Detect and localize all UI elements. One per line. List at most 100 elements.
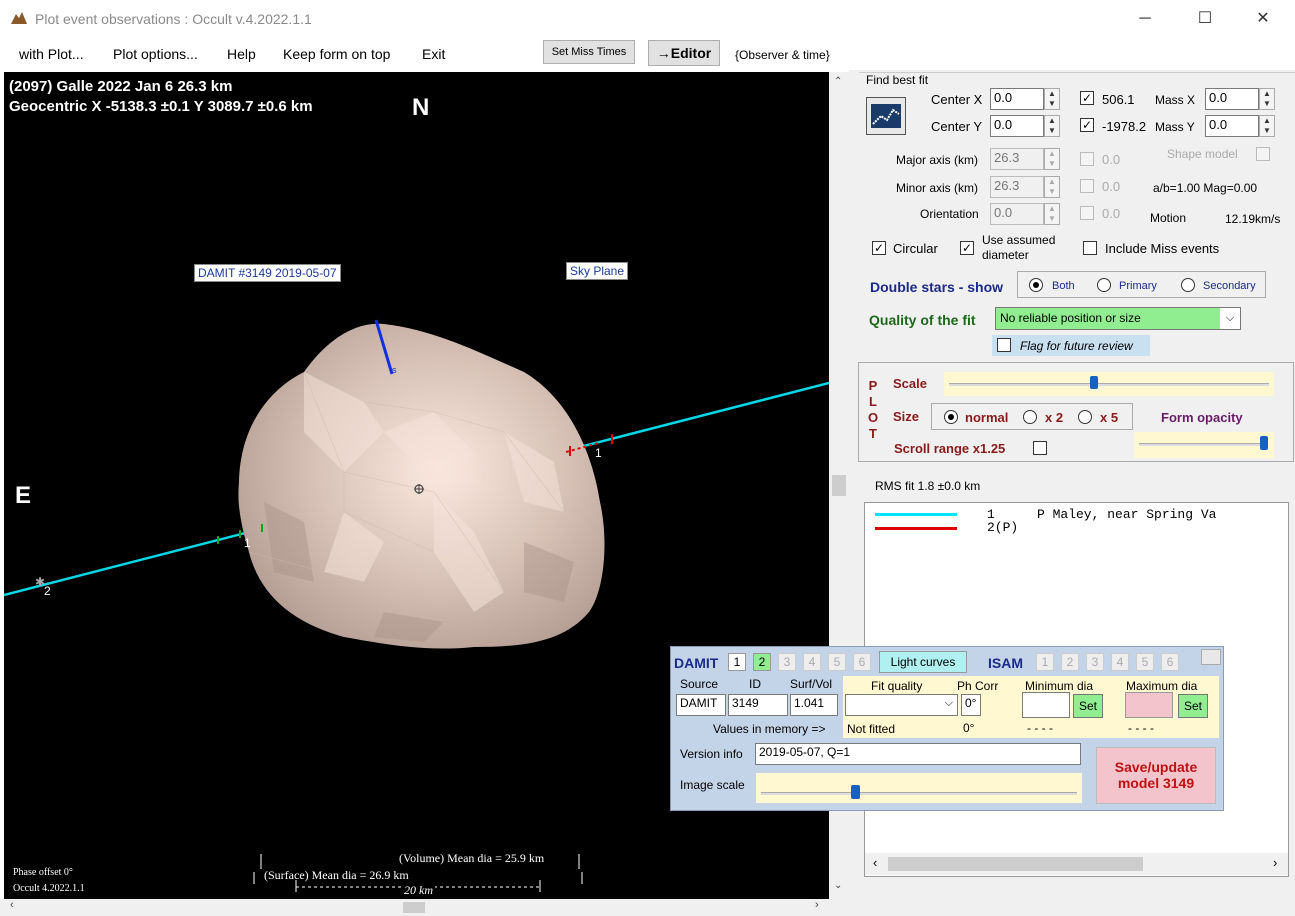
circular-checkbox[interactable]: ✓ (872, 241, 886, 255)
major-axis-spinner[interactable]: ▲ ▼ (1044, 148, 1060, 170)
close-button[interactable]: ✕ (1238, 0, 1288, 38)
damit-model-6[interactable]: 6 (853, 653, 871, 671)
opacity-slider[interactable] (1134, 432, 1274, 458)
not-fitted-label: Not fitted (847, 722, 896, 736)
image-scale-thumb[interactable] (851, 785, 860, 799)
fit-quality-chevron-icon[interactable]: ⌵ (945, 697, 953, 710)
motion-label: Motion (1150, 211, 1187, 225)
menu-bar: with Plot... Plot options... Help Keep f… (0, 38, 1295, 70)
id-field[interactable]: 3149 (728, 694, 788, 716)
damit-close-button[interactable] (1201, 649, 1221, 665)
isam-model-1[interactable]: 1 (1036, 653, 1054, 671)
orientation-spinner[interactable]: ▲ ▼ (1044, 203, 1060, 225)
size-x5-radio[interactable] (1078, 410, 1092, 424)
list-scroll-thumb[interactable] (888, 857, 1143, 871)
isam-model-3[interactable]: 3 (1086, 653, 1104, 671)
minor-axis-input[interactable]: 26.3 (990, 176, 1044, 198)
version-info-field[interactable]: 2019-05-07, Q=1 (755, 743, 1081, 765)
horizontal-scroll-thumb[interactable] (403, 902, 425, 913)
quality-fit-select[interactable]: No reliable position or size ⌵ (995, 307, 1241, 330)
orientation-checkbox[interactable] (1080, 206, 1094, 220)
min-dia-set-button[interactable]: Set (1073, 694, 1103, 718)
observer-1-name: P Maley, near Spring Va (1037, 507, 1217, 522)
double-secondary-radio[interactable] (1181, 278, 1195, 292)
major-axis-checkbox[interactable] (1080, 152, 1094, 166)
menu-exit[interactable]: Exit (422, 46, 445, 62)
save-update-button[interactable]: Save/update model 3149 (1096, 747, 1216, 804)
chevron-down-icon[interactable]: ⌵ (1220, 308, 1240, 329)
title-bar: Plot event observations : Occult v.4.202… (0, 0, 1295, 38)
menu-help[interactable]: Help (227, 46, 256, 62)
find-best-fit-title: Find best fit (866, 73, 929, 87)
isam-model-2[interactable]: 2 (1061, 653, 1079, 671)
center-y-label: Center Y (931, 119, 983, 134)
center-x-spinner[interactable]: ▲ ▼ (1044, 88, 1060, 110)
scroll-range-checkbox[interactable] (1033, 441, 1047, 455)
minimize-button[interactable]: ─ (1120, 0, 1170, 38)
image-scale-slider[interactable] (756, 773, 1082, 803)
center-y-checkbox[interactable]: ✓ (1080, 118, 1094, 132)
opacity-slider-thumb[interactable] (1260, 436, 1268, 450)
minor-axis-checkbox[interactable] (1080, 179, 1094, 193)
damit-model-5[interactable]: 5 (828, 653, 846, 671)
damit-model-4[interactable]: 4 (803, 653, 821, 671)
minor-axis-spinner[interactable]: ▲ ▼ (1044, 176, 1060, 198)
list-scroll-left-icon[interactable]: ‹ (873, 855, 877, 870)
list-horizontal-scrollbar[interactable]: ‹ › (865, 853, 1288, 875)
flag-review-checkbox[interactable] (997, 338, 1011, 352)
image-scale-label: Image scale (680, 778, 745, 792)
mass-y-spinner[interactable]: ▲ ▼ (1259, 115, 1275, 137)
maximize-button[interactable]: ☐ (1180, 0, 1230, 38)
light-curves-button[interactable]: Light curves (879, 651, 967, 673)
list-scroll-right-icon[interactable]: › (1273, 855, 1277, 870)
include-miss-label: Include Miss events (1105, 241, 1220, 256)
shape-model-checkbox[interactable] (1256, 147, 1270, 161)
double-both-radio[interactable] (1029, 278, 1043, 292)
use-assumed-checkbox[interactable]: ✓ (960, 241, 974, 255)
major-axis-input[interactable]: 26.3 (990, 148, 1044, 170)
scroll-up-icon[interactable]: ⌃ (834, 76, 842, 87)
max-dia-field[interactable] (1125, 692, 1173, 718)
set-miss-times-button[interactable]: Set Miss Times (543, 40, 635, 64)
isam-model-5[interactable]: 5 (1136, 653, 1154, 671)
menu-with-plot[interactable]: with Plot... (19, 46, 84, 62)
scroll-down-icon[interactable]: ⌄ (834, 880, 842, 891)
vertical-scroll-thumb[interactable] (832, 475, 846, 496)
isam-model-6[interactable]: 6 (1161, 653, 1179, 671)
damit-model-3[interactable]: 3 (778, 653, 796, 671)
center-x-input[interactable]: 0.0 (990, 88, 1044, 110)
plot-horizontal-scrollbar[interactable]: ‹ › (0, 899, 849, 916)
scroll-left-icon[interactable]: ‹ (10, 899, 14, 911)
min-dia-field[interactable] (1022, 692, 1070, 718)
scale-slider-thumb[interactable] (1090, 376, 1099, 389)
scale-slider[interactable] (944, 372, 1274, 396)
center-y-value: -1978.2 (1102, 119, 1147, 134)
source-field[interactable]: DAMIT (676, 694, 726, 716)
size-x2-radio[interactable] (1023, 410, 1037, 424)
isam-model-4[interactable]: 4 (1111, 653, 1129, 671)
isam-title: ISAM (988, 655, 1023, 671)
menu-keep-on-top[interactable]: Keep form on top (283, 46, 390, 62)
observer-2-num: 2(P) (987, 520, 1019, 535)
center-y-input[interactable]: 0.0 (990, 115, 1044, 137)
observer-time-label[interactable]: {Observer & time} (735, 48, 830, 62)
fit-quality-select[interactable]: ⌵ (845, 694, 958, 716)
editor-button[interactable]: →Editor (648, 40, 720, 66)
mass-y-input[interactable]: 0.0 (1205, 115, 1259, 137)
center-x-checkbox[interactable]: ✓ (1080, 91, 1094, 105)
ph-corr-field[interactable]: 0° (961, 694, 981, 716)
damit-model-1[interactable]: 1 (728, 653, 746, 671)
double-primary-radio[interactable] (1097, 278, 1111, 292)
find-best-fit-button[interactable] (866, 97, 906, 135)
orientation-input[interactable]: 0.0 (990, 203, 1044, 225)
center-y-spinner[interactable]: ▲ ▼ (1044, 115, 1060, 137)
scroll-right-icon[interactable]: › (815, 899, 819, 911)
max-dia-set-button[interactable]: Set (1178, 694, 1208, 718)
mass-x-input[interactable]: 0.0 (1205, 88, 1259, 110)
surf-vol-field[interactable]: 1.041 (790, 694, 838, 716)
include-miss-checkbox[interactable] (1083, 241, 1097, 255)
menu-plot-options[interactable]: Plot options... (113, 46, 198, 62)
mass-x-spinner[interactable]: ▲ ▼ (1259, 88, 1275, 110)
size-normal-radio[interactable] (944, 410, 958, 424)
damit-model-2[interactable]: 2 (753, 653, 771, 671)
